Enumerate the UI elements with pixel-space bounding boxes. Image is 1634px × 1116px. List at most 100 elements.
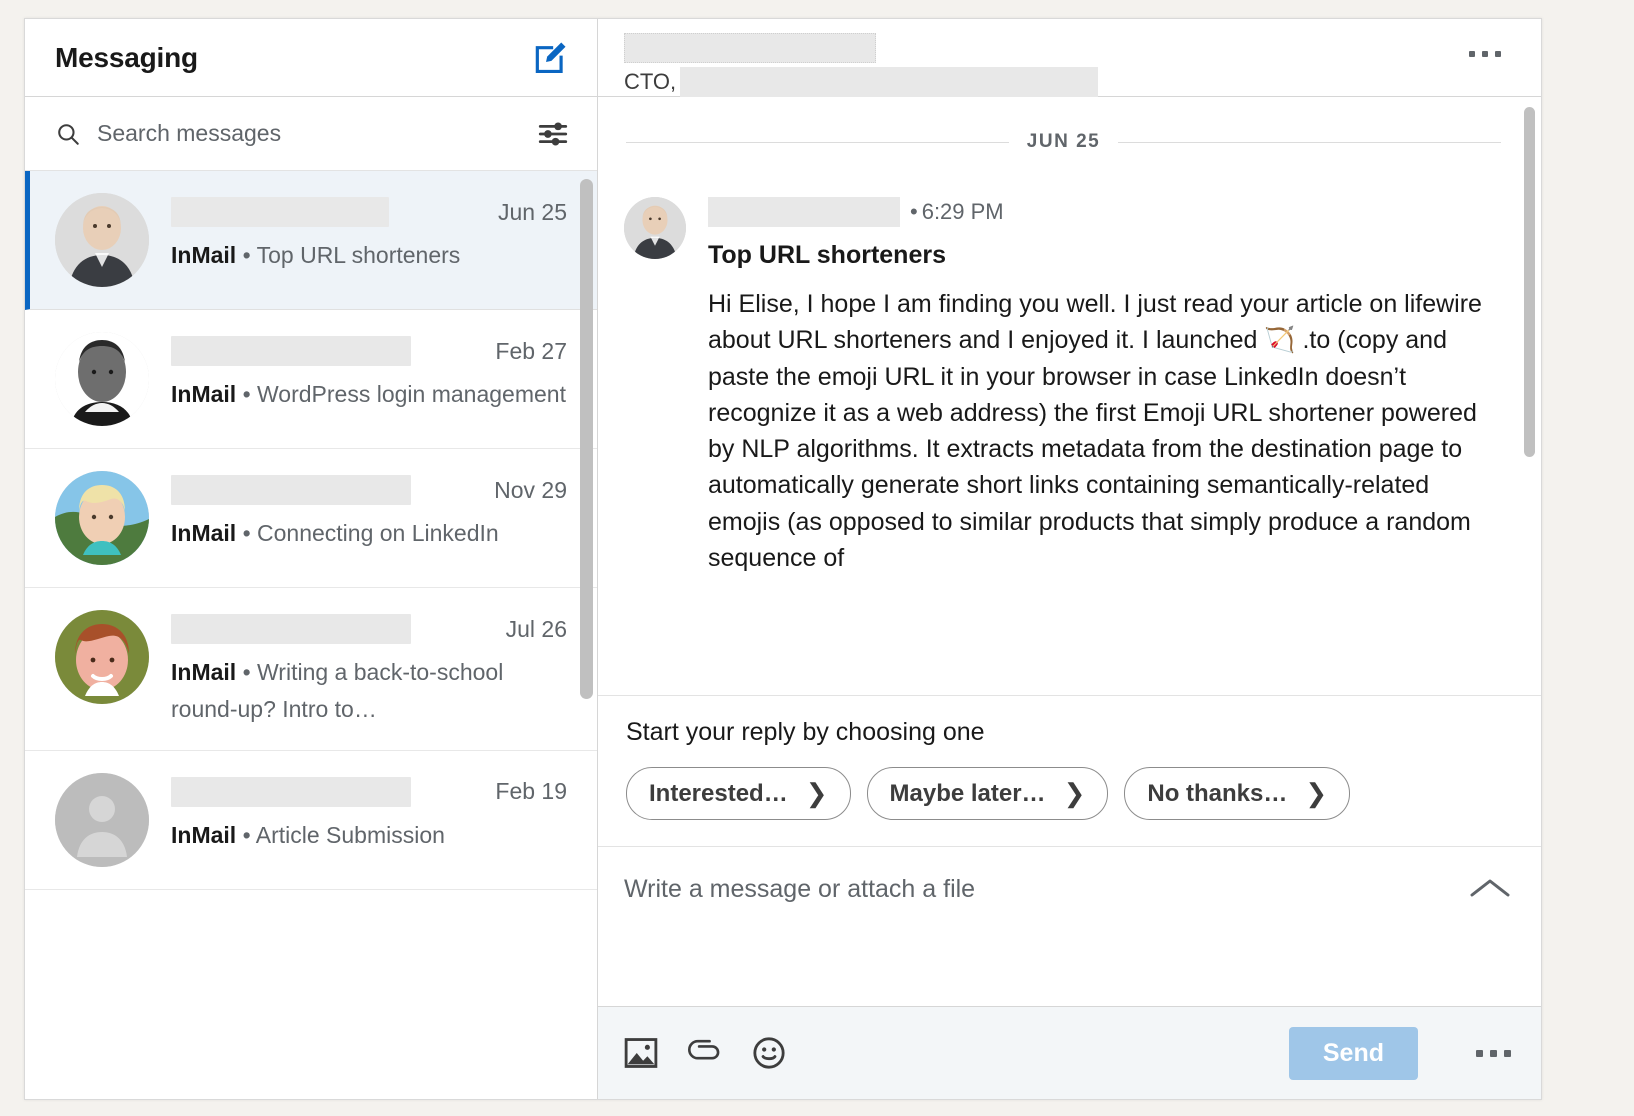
- search-input[interactable]: [95, 119, 523, 148]
- snippet-text: WordPress login management: [257, 381, 566, 407]
- redacted-thread-name: [624, 33, 876, 63]
- quick-reply-interested-button[interactable]: Interested… ❯: [626, 767, 851, 820]
- timestamp-separator: •: [910, 199, 918, 224]
- chevron-right-icon: ❯: [1064, 778, 1086, 809]
- list-item-snippet: InMail • Article Submission: [171, 817, 567, 854]
- avatar: [55, 773, 149, 867]
- send-button[interactable]: Send: [1289, 1027, 1418, 1080]
- avatar: [55, 610, 149, 704]
- avatar: [55, 193, 149, 287]
- quick-reply-section: Start your reply by choosing one Interes…: [598, 696, 1541, 847]
- list-item-snippet: InMail • WordPress login management: [171, 376, 567, 413]
- filter-sliders-icon[interactable]: [537, 120, 569, 148]
- list-item-body: Feb 19 InMail • Article Submission: [171, 773, 567, 867]
- thread-subtitle: CTO,: [624, 67, 1098, 97]
- ellipsis-horizontal-icon[interactable]: [1469, 33, 1501, 57]
- list-item-body: Nov 29 InMail • Connecting on LinkedIn: [171, 471, 567, 565]
- redacted-name: [171, 614, 411, 644]
- quick-reply-no-thanks-button[interactable]: No thanks… ❯: [1124, 767, 1350, 820]
- inmail-badge: InMail: [171, 659, 236, 685]
- list-item-body: Jun 25 InMail • Top URL shorteners: [171, 193, 567, 287]
- chevron-up-icon[interactable]: [1469, 875, 1511, 901]
- chevron-right-icon: ❯: [1305, 778, 1327, 809]
- divider-line-left: [626, 142, 1009, 143]
- conversation-list-scrollbar[interactable]: [580, 179, 593, 699]
- snippet-text: Top URL shorteners: [257, 242, 461, 268]
- inmail-badge: InMail: [171, 520, 236, 546]
- separator-dot: •: [243, 822, 251, 848]
- list-item[interactable]: Feb 27 InMail • WordPress login manageme…: [25, 310, 597, 449]
- redacted-name: [171, 197, 389, 227]
- divider-line-right: [1118, 142, 1501, 143]
- redacted-name: [171, 336, 411, 366]
- conversation-list[interactable]: Jun 25 InMail • Top URL shorteners: [25, 171, 597, 1099]
- list-item[interactable]: Feb 19 InMail • Article Submission: [25, 751, 597, 890]
- thread-panel: CTO, JUN 25: [598, 19, 1541, 1099]
- message-composer[interactable]: Write a message or attach a file: [598, 847, 1541, 1007]
- thread-identity: CTO,: [624, 33, 1098, 97]
- chip-label: Interested…: [649, 780, 788, 808]
- list-item-top: Jun 25: [171, 197, 567, 227]
- redacted-name: [171, 475, 411, 505]
- inmail-badge: InMail: [171, 822, 236, 848]
- snippet-text: Connecting on LinkedIn: [257, 520, 499, 546]
- list-item-top: Feb 27: [171, 336, 567, 366]
- date-divider: JUN 25: [598, 97, 1541, 153]
- separator-dot: •: [243, 520, 251, 546]
- redacted-name: [171, 777, 411, 807]
- inmail-badge: InMail: [171, 381, 236, 407]
- avatar: [55, 332, 149, 426]
- list-item[interactable]: Jun 25 InMail • Top URL shorteners: [25, 171, 597, 310]
- list-item-snippet: InMail • Connecting on LinkedIn: [171, 515, 567, 552]
- list-item-top: Nov 29: [171, 475, 567, 505]
- quick-reply-row: Interested… ❯ Maybe later… ❯ No thanks… …: [626, 767, 1511, 820]
- message-meta: •6:29 PM: [708, 197, 1501, 227]
- redacted-company: [680, 67, 1098, 97]
- list-item-top: Jul 26: [171, 614, 567, 644]
- separator-dot: •: [243, 381, 251, 407]
- compose-pencil-icon[interactable]: [531, 39, 569, 77]
- message-scrollbar[interactable]: [1524, 107, 1535, 457]
- list-item-date: Feb 27: [495, 338, 567, 365]
- image-icon[interactable]: [624, 1037, 658, 1069]
- avatar[interactable]: [624, 197, 686, 259]
- redacted-sender-name: [708, 197, 900, 227]
- message-column: •6:29 PM Top URL shorteners Hi Elise, I …: [708, 197, 1501, 576]
- quick-reply-maybe-later-button[interactable]: Maybe later… ❯: [867, 767, 1109, 820]
- list-item-date: Nov 29: [494, 477, 567, 504]
- list-item-date: Jul 26: [506, 616, 567, 643]
- list-item[interactable]: Nov 29 InMail • Connecting on LinkedIn: [25, 449, 597, 588]
- list-item-snippet: InMail • Top URL shorteners: [171, 237, 567, 274]
- list-item-body: Feb 27 InMail • WordPress login manageme…: [171, 332, 567, 426]
- chip-label: No thanks…: [1147, 780, 1287, 808]
- message: •6:29 PM Top URL shorteners Hi Elise, I …: [598, 153, 1541, 576]
- page-title: Messaging: [55, 42, 198, 74]
- avatar: [55, 471, 149, 565]
- messaging-window: Messaging: [24, 18, 1542, 1100]
- inmail-badge: InMail: [171, 242, 236, 268]
- message-body: Hi Elise, I hope I am finding you well. …: [708, 286, 1501, 576]
- conversations-panel: Messaging: [25, 19, 598, 1099]
- separator-dot: •: [243, 659, 251, 685]
- divider-label: JUN 25: [1027, 131, 1100, 153]
- paperclip-icon[interactable]: [688, 1037, 722, 1069]
- snippet-text: Article Submission: [256, 822, 445, 848]
- chip-label: Maybe later…: [890, 780, 1046, 808]
- messaging-header: Messaging: [25, 19, 597, 97]
- thread-header: CTO,: [598, 19, 1541, 97]
- message-subject: Top URL shorteners: [708, 241, 1501, 270]
- list-item-snippet: InMail • Writing a back-to-school round-…: [171, 654, 567, 728]
- composer-placeholder: Write a message or attach a file: [624, 875, 1511, 904]
- list-item-date: Feb 19: [495, 778, 567, 805]
- list-item[interactable]: Jul 26 InMail • Writing a back-to-school…: [25, 588, 597, 751]
- quick-reply-title: Start your reply by choosing one: [626, 718, 1511, 747]
- ellipsis-horizontal-icon[interactable]: [1476, 1050, 1511, 1057]
- message-scroll-area[interactable]: JUN 25: [598, 97, 1541, 696]
- composer-toolbar: Send: [598, 1007, 1541, 1099]
- emoji-smiley-icon[interactable]: [752, 1036, 786, 1070]
- message-timestamp: •6:29 PM: [910, 199, 1004, 225]
- search-icon: [55, 121, 81, 147]
- list-item-date: Jun 25: [498, 199, 567, 226]
- list-item-top: Feb 19: [171, 777, 567, 807]
- list-item-body: Jul 26 InMail • Writing a back-to-school…: [171, 610, 567, 728]
